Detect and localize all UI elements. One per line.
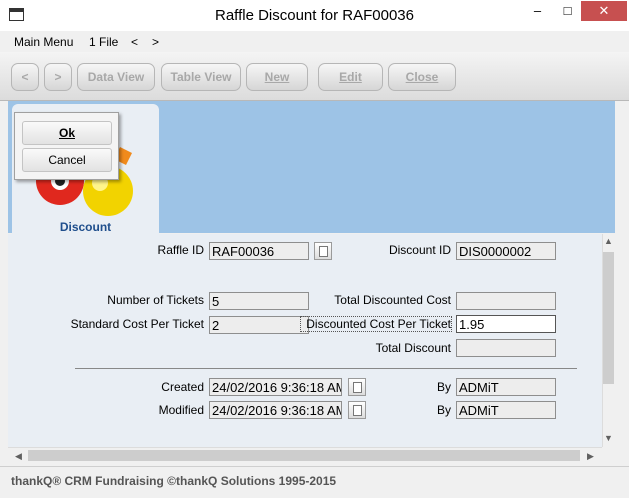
raffle-lookup-icon[interactable] [314, 242, 332, 260]
raffle-id-field[interactable]: RAF00036 [209, 242, 309, 260]
standard-cost-label: Standard Cost Per Ticket [70, 317, 204, 331]
vertical-scroll-thumb[interactable] [603, 252, 614, 384]
created-field[interactable]: 24/02/2016 9:36:18 AM [209, 378, 342, 396]
number-of-tickets-field[interactable]: 5 [209, 292, 309, 310]
minimize-button[interactable]: – [521, 1, 554, 21]
close-button[interactable]: Close [388, 63, 456, 91]
menu-forward-button[interactable]: > [152, 35, 159, 49]
modified-lookup-icon[interactable] [348, 401, 366, 419]
tab-label[interactable]: Discount [12, 220, 159, 234]
file-menu[interactable]: 1 File [89, 35, 118, 49]
created-by-field[interactable]: ADMiT [456, 378, 556, 396]
discounted-cost-field[interactable]: 1.95 [456, 315, 556, 333]
data-view-button[interactable]: Data View [77, 63, 155, 91]
modified-label: Modified [158, 403, 204, 417]
scroll-left-icon[interactable]: ◀ [15, 451, 22, 462]
status-text: thankQ® CRM Fundraising ©thankQ Solution… [11, 474, 337, 488]
previous-record-button[interactable]: < [11, 63, 39, 91]
cancel-button[interactable]: Cancel [22, 148, 112, 172]
raffle-id-label: Raffle ID [157, 243, 204, 257]
discount-id-field[interactable]: DIS0000002 [456, 242, 556, 260]
section-divider [75, 368, 577, 369]
main-menu[interactable]: Main Menu [14, 35, 73, 49]
modified-field[interactable]: 24/02/2016 9:36:18 AM [209, 401, 342, 419]
menu-bar: Main Menu 1 File < > [0, 31, 629, 51]
scroll-down-icon[interactable]: ▼ [604, 433, 613, 443]
total-discount-field[interactable] [456, 339, 556, 357]
scroll-up-icon[interactable]: ▲ [604, 236, 613, 246]
new-button[interactable]: New [246, 63, 308, 91]
toolbar: < > Data View Table View New Edit Close [0, 52, 629, 101]
horizontal-scroll-thumb[interactable] [28, 450, 580, 461]
discount-id-label: Discount ID [388, 243, 451, 257]
created-by-label: By [436, 380, 451, 394]
action-popup: Ok Cancel [14, 112, 119, 180]
title-bar: Raffle Discount for RAF00036 – □ ✕ [0, 0, 629, 32]
menu-back-button[interactable]: < [131, 35, 138, 49]
modified-by-field[interactable]: ADMiT [456, 401, 556, 419]
total-discounted-cost-field[interactable] [456, 292, 556, 310]
maximize-button[interactable]: □ [551, 1, 584, 21]
table-view-button[interactable]: Table View [161, 63, 241, 91]
total-discounted-cost-label: Total Discounted Cost [334, 293, 451, 307]
created-lookup-icon[interactable] [348, 378, 366, 396]
ok-button[interactable]: Ok [22, 121, 112, 145]
next-record-button[interactable]: > [44, 63, 72, 91]
created-label: Created [161, 380, 204, 394]
edit-button[interactable]: Edit [318, 63, 383, 91]
modified-by-label: By [436, 403, 451, 417]
close-window-button[interactable]: ✕ [581, 1, 627, 21]
number-of-tickets-label: Number of Tickets [107, 293, 204, 307]
scroll-right-icon[interactable]: ▶ [587, 451, 594, 462]
standard-cost-field[interactable]: 2 [209, 316, 309, 334]
discounted-cost-label: Discounted Cost Per Ticket [300, 316, 452, 332]
total-discount-label: Total Discount [375, 341, 451, 355]
